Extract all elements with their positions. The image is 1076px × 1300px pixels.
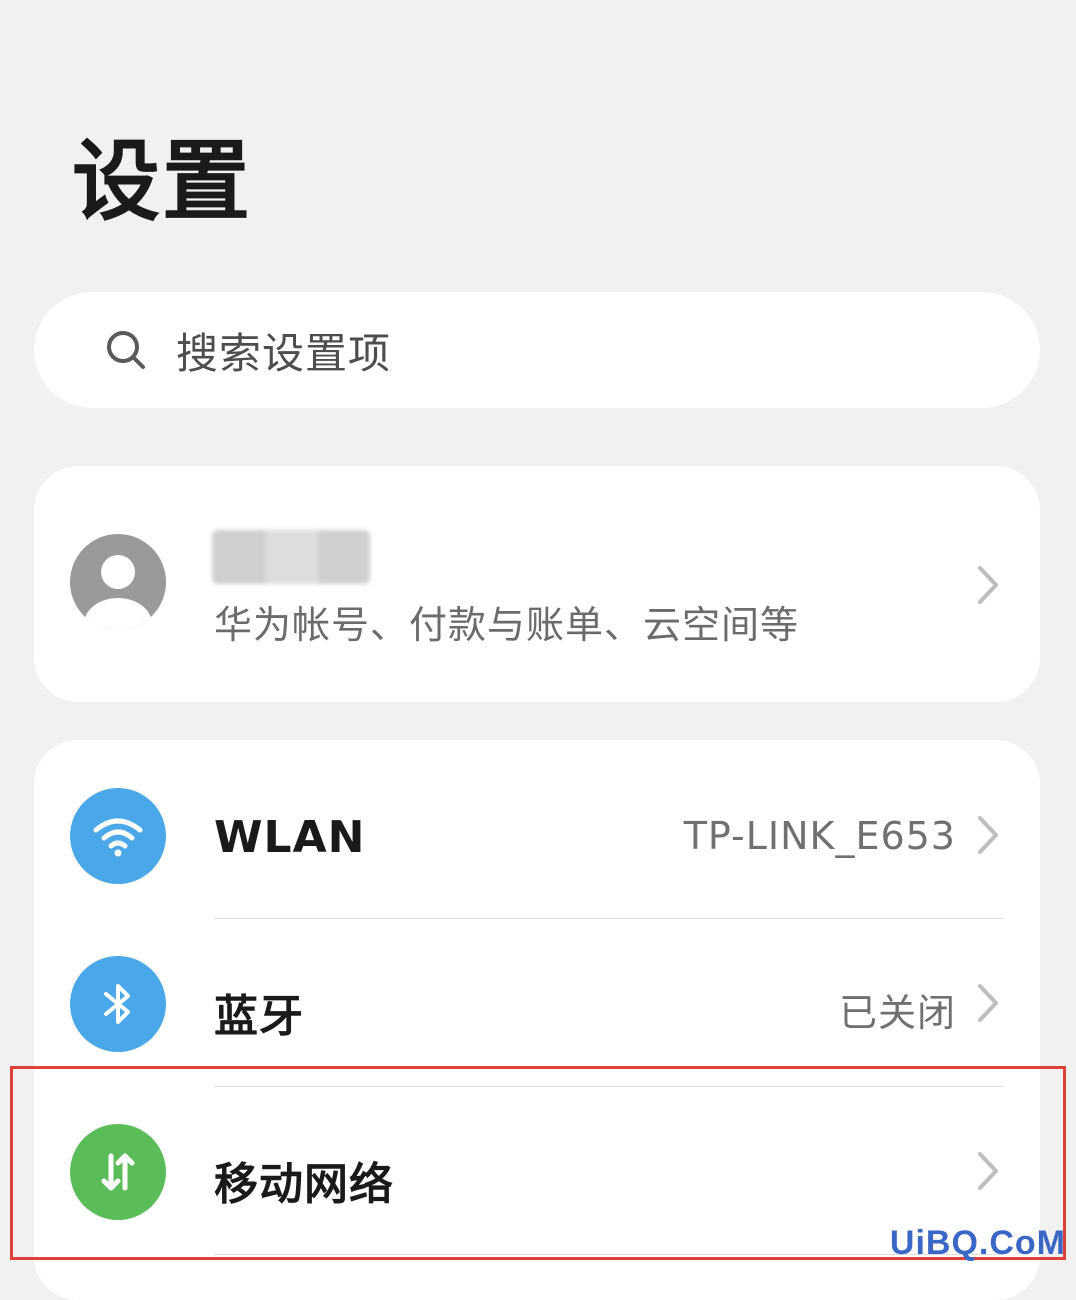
settings-item-wlan[interactable]: WLAN TP-LINK_E653	[34, 752, 1040, 920]
search-icon	[104, 328, 148, 372]
bluetooth-icon	[70, 956, 166, 1052]
search-placeholder: 搜索设置项	[176, 328, 392, 378]
settings-list: WLAN TP-LINK_E653 蓝牙 已关闭 移动网络	[34, 740, 1040, 1300]
settings-item-label: 蓝牙	[214, 991, 304, 1042]
settings-item-label: 移动网络	[214, 1159, 394, 1210]
account-name-blurred	[212, 530, 370, 584]
watermark: UiBQ.CoM	[889, 1224, 1066, 1262]
divider	[214, 1086, 1004, 1087]
settings-item-bluetooth[interactable]: 蓝牙 已关闭	[34, 920, 1040, 1088]
chevron-right-icon	[978, 984, 998, 1022]
chevron-right-icon	[978, 1152, 998, 1190]
account-card[interactable]: 华为帐号、付款与账单、云空间等	[34, 466, 1040, 702]
divider	[214, 918, 1004, 919]
search-input[interactable]: 搜索设置项	[34, 292, 1040, 408]
settings-item-value: 已关闭	[838, 991, 956, 1035]
chevron-right-icon	[978, 566, 998, 604]
mobile-data-icon	[70, 1124, 166, 1220]
divider	[214, 1254, 1004, 1255]
settings-item-value: TP-LINK_E653	[683, 814, 956, 858]
chevron-right-icon	[978, 816, 998, 854]
settings-item-label: WLAN	[214, 812, 366, 863]
wifi-icon	[70, 788, 166, 884]
page-title: 设置	[72, 130, 253, 233]
account-subtitle: 华为帐号、付款与账单、云空间等	[214, 603, 800, 647]
avatar	[70, 534, 166, 630]
